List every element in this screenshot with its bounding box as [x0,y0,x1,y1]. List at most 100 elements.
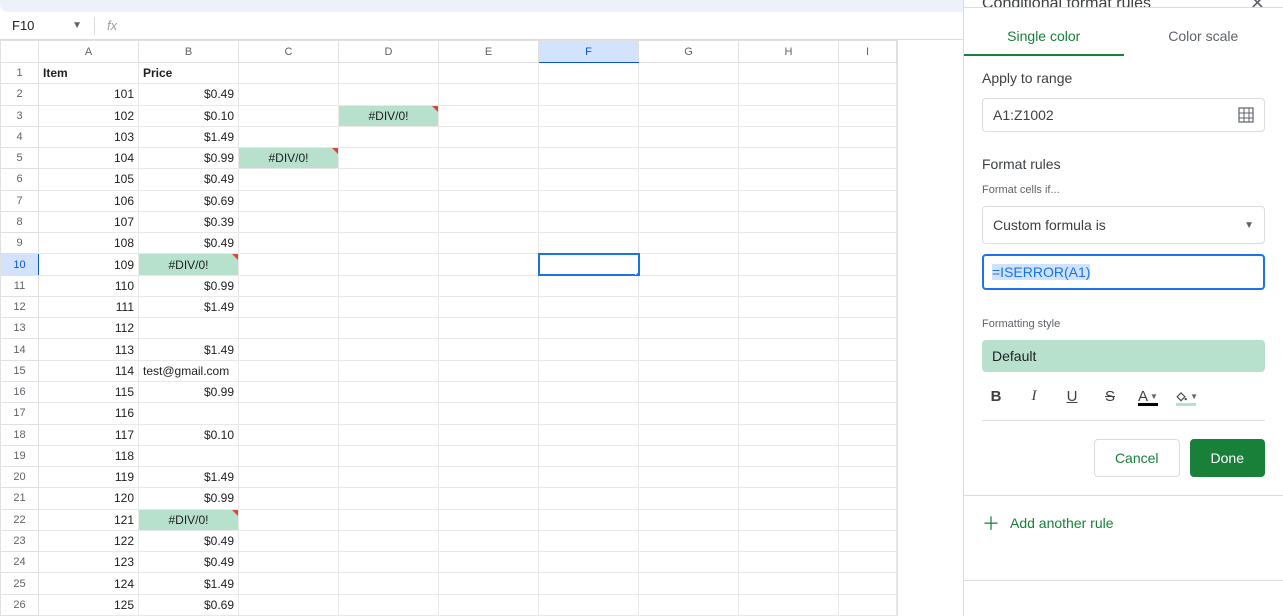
cell-G17[interactable] [639,403,739,424]
cell-C8[interactable] [239,211,339,232]
cell-F7[interactable] [539,190,639,211]
row-header-17[interactable]: 17 [1,403,39,424]
cell-C23[interactable] [239,530,339,551]
row-header-25[interactable]: 25 [1,573,39,594]
cell-D26[interactable] [339,594,439,615]
row-header-1[interactable]: 1 [1,63,39,84]
cell-C21[interactable] [239,488,339,509]
cell-D22[interactable] [339,509,439,530]
underline-button[interactable]: U [1060,384,1084,408]
cell-I17[interactable] [839,403,897,424]
cell-I21[interactable] [839,488,897,509]
cell-A22[interactable]: 121 [39,509,139,530]
cell-C1[interactable] [239,63,339,84]
cell-E4[interactable] [439,126,539,147]
cell-B5[interactable]: $0.99 [139,148,239,169]
cell-H11[interactable] [739,275,839,296]
col-header-A[interactable]: A [39,41,139,63]
row-header-19[interactable]: 19 [1,445,39,466]
cell-B10[interactable]: #DIV/0! [139,254,239,275]
cell-D19[interactable] [339,445,439,466]
cell-E13[interactable] [439,318,539,339]
cell-F14[interactable] [539,339,639,360]
row-header-5[interactable]: 5 [1,148,39,169]
cell-F2[interactable] [539,84,639,105]
fill-color-button[interactable]: ▼ [1174,384,1198,408]
cell-B11[interactable]: $0.99 [139,275,239,296]
col-header-H[interactable]: H [739,41,839,63]
select-range-icon[interactable] [1238,107,1254,123]
cell-E10[interactable] [439,254,539,275]
cell-H13[interactable] [739,318,839,339]
cell-C3[interactable] [239,105,339,126]
cell-C12[interactable] [239,296,339,317]
col-header-D[interactable]: D [339,41,439,63]
cell-G5[interactable] [639,148,739,169]
cell-I4[interactable] [839,126,897,147]
cell-G14[interactable] [639,339,739,360]
cell-C14[interactable] [239,339,339,360]
cell-I8[interactable] [839,211,897,232]
cell-I24[interactable] [839,552,897,573]
row-header-24[interactable]: 24 [1,552,39,573]
custom-formula-input[interactable]: =ISERROR(A1) [982,254,1265,290]
cell-B18[interactable]: $0.10 [139,424,239,445]
cell-A2[interactable]: 101 [39,84,139,105]
cell-B20[interactable]: $1.49 [139,467,239,488]
cell-G4[interactable] [639,126,739,147]
cell-I14[interactable] [839,339,897,360]
name-box[interactable]: F10 ▼ [8,18,86,33]
cell-I10[interactable] [839,254,897,275]
cell-F13[interactable] [539,318,639,339]
cell-B9[interactable]: $0.49 [139,233,239,254]
cell-D15[interactable] [339,360,439,381]
cell-E12[interactable] [439,296,539,317]
cell-D1[interactable] [339,63,439,84]
cell-C7[interactable] [239,190,339,211]
cell-G13[interactable] [639,318,739,339]
cell-H18[interactable] [739,424,839,445]
cell-C18[interactable] [239,424,339,445]
cell-F10[interactable] [539,254,639,275]
cell-F5[interactable] [539,148,639,169]
cell-A20[interactable]: 119 [39,467,139,488]
cell-B15[interactable]: test@gmail.com [139,360,239,381]
cell-H2[interactable] [739,84,839,105]
cell-I20[interactable] [839,467,897,488]
cell-G6[interactable] [639,169,739,190]
cell-A11[interactable]: 110 [39,275,139,296]
cell-E23[interactable] [439,530,539,551]
cell-E6[interactable] [439,169,539,190]
cell-B6[interactable]: $0.49 [139,169,239,190]
close-icon[interactable]: ✕ [1250,0,1265,8]
tab-single-color[interactable]: Single color [964,18,1124,56]
cell-E11[interactable] [439,275,539,296]
cell-E15[interactable] [439,360,539,381]
cell-C13[interactable] [239,318,339,339]
cell-F22[interactable] [539,509,639,530]
cell-C9[interactable] [239,233,339,254]
cell-G18[interactable] [639,424,739,445]
cell-F24[interactable] [539,552,639,573]
strikethrough-button[interactable]: S [1098,384,1122,408]
cell-E22[interactable] [439,509,539,530]
cell-D8[interactable] [339,211,439,232]
cell-B7[interactable]: $0.69 [139,190,239,211]
cell-H5[interactable] [739,148,839,169]
cell-H7[interactable] [739,190,839,211]
vertical-scrollbar[interactable] [897,40,915,616]
cell-F19[interactable] [539,445,639,466]
cell-H25[interactable] [739,573,839,594]
cell-G26[interactable] [639,594,739,615]
col-header-I[interactable]: I [839,41,897,63]
cell-F12[interactable] [539,296,639,317]
row-header-8[interactable]: 8 [1,211,39,232]
cell-D18[interactable] [339,424,439,445]
cell-F1[interactable] [539,63,639,84]
cell-F25[interactable] [539,573,639,594]
cell-C15[interactable] [239,360,339,381]
cell-C5[interactable]: #DIV/0! [239,148,339,169]
cell-E18[interactable] [439,424,539,445]
add-another-rule-button[interactable]: ＋ Add another rule [964,496,1283,550]
cell-G12[interactable] [639,296,739,317]
